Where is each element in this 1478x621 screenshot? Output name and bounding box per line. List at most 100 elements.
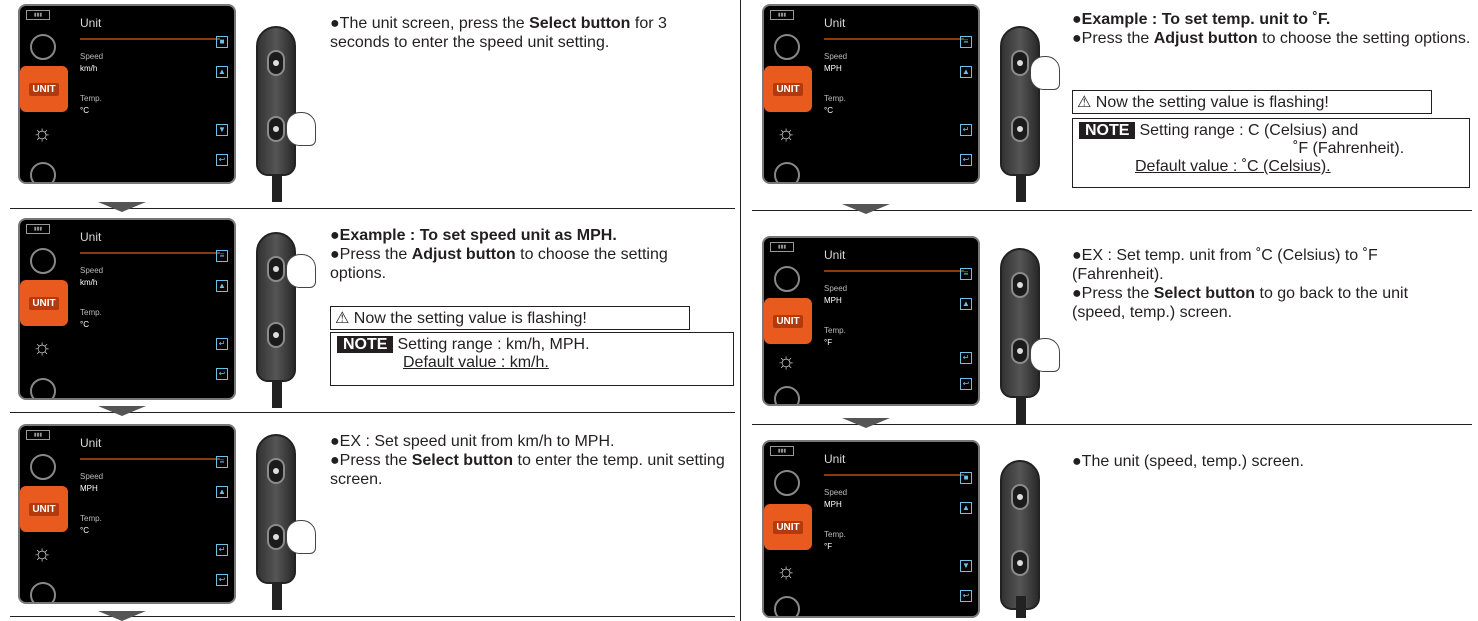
menu-icon: ■: [216, 36, 228, 48]
select-button[interactable]: [267, 524, 285, 550]
remote-control: [1000, 26, 1040, 176]
speed-value: km/h: [80, 64, 98, 73]
brightness-icon: ☼: [776, 558, 797, 583]
gauge-icon: [774, 596, 800, 616]
display-screen: ▮▮▮ UNIT ☼ Unit Speed MPH Temp. °C ≡ ▲ ↵…: [762, 4, 980, 184]
screen-title: Unit: [80, 16, 102, 30]
down-arrow-icon: [98, 611, 146, 621]
step-6-text: ●The unit (speed, temp.) screen.: [1072, 453, 1304, 470]
speed-label: Speed: [80, 472, 104, 481]
menu-icon: ≡: [216, 250, 228, 262]
select-button[interactable]: [1011, 550, 1029, 576]
up-icon: ▲: [216, 486, 228, 498]
side-icon-bar: ≡ ▲ ↵ ↩: [960, 6, 974, 182]
screen-title: Unit: [824, 452, 846, 466]
temp-value-flashing: °F: [824, 338, 833, 347]
enter-icon: ↵: [216, 338, 228, 350]
remote-cable: [1016, 174, 1026, 202]
gauge-icon: [774, 162, 800, 182]
title-rule: [80, 38, 220, 40]
adjust-button[interactable]: [267, 458, 285, 484]
remote-control: [1000, 460, 1040, 610]
display-screen: ▮▮▮ UNIT ☼ Unit Speed km/h Temp. °C ■ ▲ …: [18, 4, 236, 184]
temp-value: °C: [80, 106, 89, 115]
speed-label: Speed: [824, 52, 848, 61]
note-tag: NOTE: [337, 336, 394, 353]
clock-icon: [30, 34, 56, 60]
title-rule: [80, 252, 220, 254]
clock-icon: [774, 470, 800, 496]
temp-label: Temp.: [80, 94, 102, 103]
gauge-icon: [30, 162, 56, 182]
display-screen: ▮▮▮ UNIT ☼ Unit Speed km/h Temp. °C ≡ ▲ …: [18, 218, 236, 400]
default-value: Default value : ˚C (Celsius).: [1135, 158, 1331, 175]
title-rule: [824, 270, 964, 272]
menu-icon: ≡: [960, 268, 972, 280]
screen-title: Unit: [824, 248, 846, 262]
adjust-button[interactable]: [1011, 50, 1029, 76]
side-icon-bar: ■ ▲ ▼ ↩: [960, 442, 974, 616]
speed-value: MPH: [824, 296, 842, 305]
brightness-icon: ☼: [32, 540, 53, 565]
title-rule: [824, 474, 964, 476]
battery-icon: ▮▮▮: [26, 224, 50, 234]
note-box: NOTE Setting range : C (Celsius) and ˚F (…: [1072, 118, 1470, 188]
warning-triangle-icon: ⚠: [1077, 94, 1092, 111]
speed-value: MPH: [824, 500, 842, 509]
column-divider: [740, 0, 741, 621]
back-icon: ↩: [216, 154, 228, 166]
back-icon: ↩: [960, 590, 972, 602]
display-screen: ▮▮▮ UNIT ☼ Unit Speed MPH Temp. °F ≡ ▲ ↵…: [762, 236, 980, 406]
menu-icon: ■: [960, 472, 972, 484]
adjust-button[interactable]: [1011, 272, 1029, 298]
battery-icon: ▮▮▮: [26, 430, 50, 440]
step-1-text: ●The unit screen, press the Select butto…: [330, 15, 667, 51]
up-icon: ▲: [960, 502, 972, 514]
temp-value-flashing: °C: [824, 106, 833, 115]
select-button[interactable]: [1011, 116, 1029, 142]
unit-icon: UNIT: [764, 66, 812, 112]
battery-icon: ▮▮▮: [770, 242, 794, 252]
up-icon: ▲: [216, 66, 228, 78]
remote-control: [1000, 248, 1040, 398]
clock-icon: [774, 34, 800, 60]
unit-icon: UNIT: [20, 66, 68, 112]
brightness-icon: ☼: [776, 120, 797, 145]
remote-cable: [272, 174, 282, 202]
remote-control: [256, 232, 296, 382]
remote-cable: [1016, 396, 1026, 424]
adjust-button[interactable]: [267, 256, 285, 282]
enter-icon: ↵: [960, 124, 972, 136]
down-icon: ▼: [960, 560, 972, 572]
side-icon-bar: ≡ ▲ ↵ ↩: [960, 238, 974, 404]
temp-value: °F: [824, 542, 833, 551]
temp-label: Temp.: [80, 514, 102, 523]
display-screen: ▮▮▮ UNIT ☼ Unit Speed MPH Temp. °F ■ ▲ ▼…: [762, 440, 980, 618]
screen-title: Unit: [80, 436, 102, 450]
up-icon: ▲: [216, 280, 228, 292]
up-icon: ▲: [960, 298, 972, 310]
adjust-button[interactable]: [267, 50, 285, 76]
step-2-text: ●Example : To set speed unit as MPH. ●Pr…: [330, 227, 668, 282]
remote-control: [256, 26, 296, 176]
down-arrow-icon: [842, 418, 890, 428]
up-icon: ▲: [960, 66, 972, 78]
title-rule: [80, 458, 220, 460]
unit-icon: UNIT: [20, 486, 68, 532]
clock-icon: [774, 266, 800, 292]
adjust-button[interactable]: [1011, 484, 1029, 510]
unit-icon: UNIT: [764, 298, 812, 344]
screen-title: Unit: [80, 230, 102, 244]
down-arrow-icon: [98, 406, 146, 416]
select-button[interactable]: [1011, 338, 1029, 364]
gauge-icon: [30, 582, 56, 602]
select-button[interactable]: [267, 116, 285, 142]
remote-cable: [272, 380, 282, 408]
back-icon: ↩: [960, 154, 972, 166]
temp-label: Temp.: [80, 308, 102, 317]
remote-cable: [1016, 596, 1026, 618]
side-icon-bar: ≡ ▲ ↵ ↩: [216, 426, 230, 602]
warning-box: ⚠ Now the setting value is flashing!: [330, 306, 690, 330]
select-button[interactable]: [267, 322, 285, 348]
temp-label: Temp.: [824, 530, 846, 539]
